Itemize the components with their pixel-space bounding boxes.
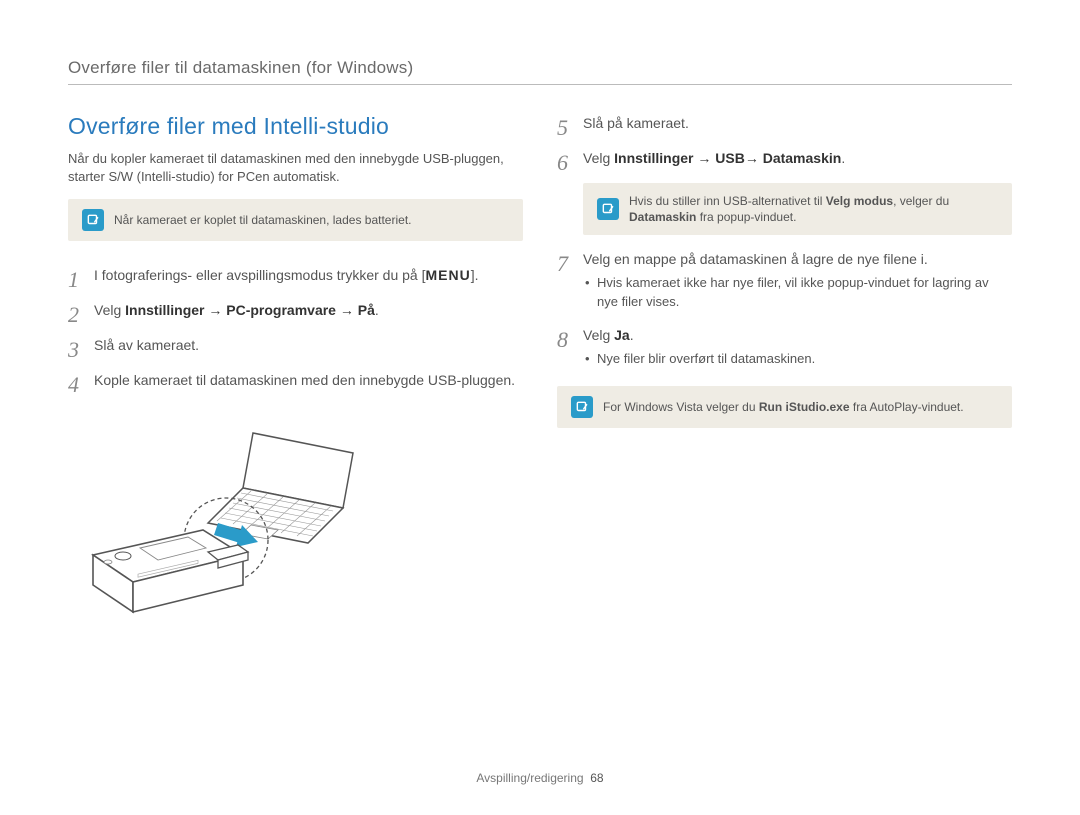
footer-section: Avspilling/redigering (476, 771, 583, 785)
step-8-bold: Ja (614, 327, 630, 343)
note-icon (571, 396, 593, 418)
step-8-pre: Velg (583, 327, 614, 343)
step-8: Velg Ja. Nye filer blir overført til dat… (557, 325, 1012, 368)
note2-pre: For Windows Vista velger du (603, 400, 759, 414)
note1-b2: Datamaskin (629, 210, 696, 224)
note-icon (82, 209, 104, 231)
step-2: Velg Innstillinger → PC-programvare → På… (68, 300, 523, 321)
right-column: Slå på kameraet. Velg Innstillinger → US… (557, 113, 1012, 630)
step-8-sub-item: Nye filer blir overført til datamaskinen… (583, 350, 1012, 368)
step-6-post: . (841, 150, 845, 166)
step-7-text: Velg en mappe på datamaskinen å lagre de… (583, 251, 928, 267)
step-6: Velg Innstillinger → USB→ Datamaskin. Hv… (557, 148, 1012, 235)
step-2-bold: Innstillinger → PC-programvare → På (125, 302, 375, 318)
header-path: Overføre filer til datamaskinen (for Win… (68, 58, 1012, 85)
note2-post: fra AutoPlay-vinduet. (850, 400, 964, 414)
step-1-post: ]. (471, 267, 479, 283)
note-icon (597, 198, 619, 220)
note-text: For Windows Vista velger du Run iStudio.… (603, 399, 964, 415)
step-7: Velg en mappe på datamaskinen å lagre de… (557, 249, 1012, 310)
menu-label: MENU (425, 267, 470, 283)
step-1-pre: I fotograferings- eller avspillingsmodus… (94, 267, 425, 283)
step-4: Kople kameraet til datamaskinen med den … (68, 370, 523, 391)
step-3: Slå av kameraet. (68, 335, 523, 356)
section-title: Overføre filer med Intelli-studio (68, 113, 523, 140)
step-7-sub: Hvis kameraet ikke har nye filer, vil ik… (583, 274, 1012, 310)
note1-post: fra popup-vinduet. (696, 210, 796, 224)
step-8-post: . (630, 327, 634, 343)
note-usb-mode: Hvis du stiller inn USB-alternativet til… (583, 183, 1012, 235)
step-8-sub: Nye filer blir overført til datamaskinen… (583, 350, 1012, 368)
note1-pre: Hvis du stiller inn USB-alternativet til (629, 194, 826, 208)
illustration-camera-laptop (68, 425, 378, 625)
note1-mid: , velger du (893, 194, 949, 208)
note-vista: For Windows Vista velger du Run iStudio.… (557, 386, 1012, 428)
page-footer: Avspilling/redigering 68 (0, 771, 1080, 785)
note-text: Når kameraet er koplet til datamaskinen,… (114, 212, 411, 228)
step-6-pre: Velg (583, 150, 614, 166)
step-1: I fotograferings- eller avspillingsmodus… (68, 265, 523, 286)
steps-left: I fotograferings- eller avspillingsmodus… (68, 265, 523, 391)
step-2-pre: Velg (94, 302, 125, 318)
main-columns: Overføre filer med Intelli-studio Når du… (68, 113, 1012, 630)
note1-b1: Velg modus (826, 194, 893, 208)
footer-page-number: 68 (590, 771, 603, 785)
steps-right: Slå på kameraet. Velg Innstillinger → US… (557, 113, 1012, 368)
note-text: Hvis du stiller inn USB-alternativet til… (629, 193, 998, 225)
left-column: Overføre filer med Intelli-studio Når du… (68, 113, 523, 630)
intro-text: Når du kopler kameraet til datamaskinen … (68, 150, 523, 185)
note-battery: Når kameraet er koplet til datamaskinen,… (68, 199, 523, 241)
note2-b: Run iStudio.exe (759, 400, 850, 414)
step-2-post: . (375, 302, 379, 318)
step-6-bold: Innstillinger → USB→ Datamaskin (614, 150, 841, 166)
step-7-sub-item: Hvis kameraet ikke har nye filer, vil ik… (583, 274, 1012, 310)
step-5: Slå på kameraet. (557, 113, 1012, 134)
